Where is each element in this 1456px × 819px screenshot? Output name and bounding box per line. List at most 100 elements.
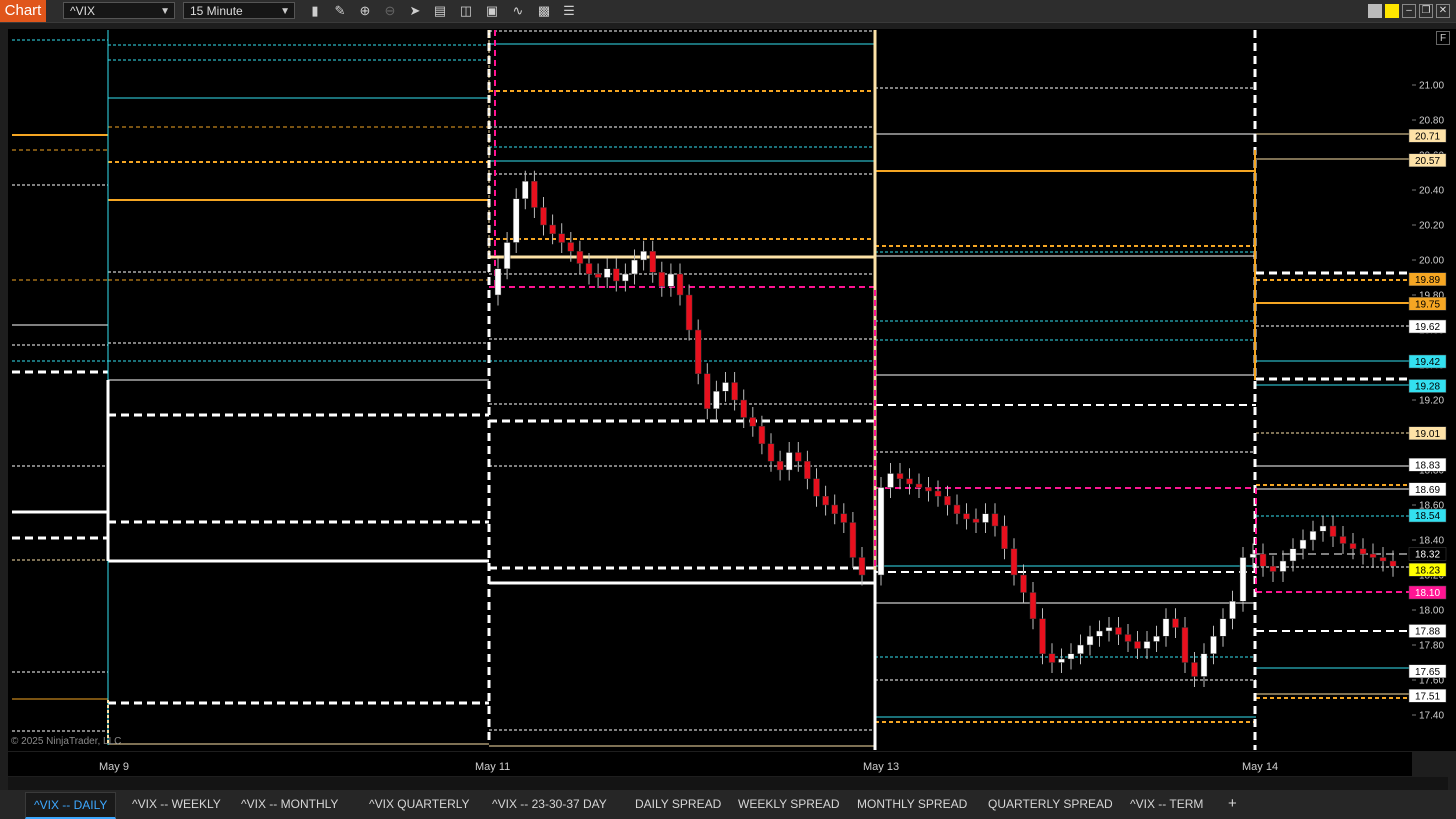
up-candle — [1077, 644, 1084, 654]
down-candle — [1191, 662, 1198, 677]
time-axis — [8, 752, 1412, 776]
up-candle — [1309, 531, 1317, 541]
up-candle — [1279, 560, 1287, 572]
up-candle — [1105, 627, 1113, 632]
date-label: May 9 — [99, 761, 129, 773]
up-candle — [713, 391, 720, 409]
candlesticks — [494, 170, 1397, 687]
price-tick-label: 17.40 — [1419, 711, 1444, 722]
horizontal-scrollbar[interactable] — [8, 777, 1448, 790]
price-tick-label: 17.80 — [1419, 641, 1444, 652]
down-candle — [1048, 653, 1056, 663]
up-candle — [1153, 636, 1160, 642]
down-candle — [749, 417, 757, 427]
down-candle — [685, 294, 693, 331]
tab-vix-daily[interactable]: ^VIX -- DAILY — [25, 792, 117, 819]
down-candle — [1389, 560, 1397, 567]
down-candle — [858, 557, 866, 576]
down-candle — [1259, 553, 1267, 567]
down-candle — [676, 273, 684, 296]
date-label: May 11 — [475, 761, 511, 773]
up-candle — [1086, 636, 1094, 646]
price-marker-label: 18.69 — [1415, 485, 1440, 496]
down-candle — [840, 513, 848, 523]
up-candle — [640, 251, 647, 261]
price-marker-label: 17.65 — [1415, 667, 1440, 678]
up-candle — [1096, 630, 1103, 637]
down-candle — [1001, 525, 1008, 549]
down-candle — [795, 452, 802, 462]
up-candle — [622, 273, 629, 282]
up-candle — [887, 473, 894, 488]
down-candle — [906, 478, 913, 485]
up-candle — [1143, 641, 1151, 649]
down-candle — [804, 461, 811, 479]
up-candle — [785, 452, 793, 471]
down-candle — [972, 518, 980, 523]
down-candle — [831, 504, 838, 514]
tab-vix-monthly[interactable]: ^VIX -- MONTHLY — [233, 792, 346, 816]
price-marker-label: 20.71 — [1415, 131, 1440, 142]
down-candle — [767, 443, 775, 462]
up-candle — [1319, 525, 1327, 532]
down-candle — [758, 426, 766, 444]
tab-weekly-spread[interactable]: WEEKLY SPREAD — [730, 792, 848, 816]
down-candle — [1339, 536, 1347, 544]
price-marker-label: 17.51 — [1415, 691, 1440, 702]
up-candle — [1058, 658, 1065, 663]
chart-canvas: 21.0020.8020.6020.4020.2020.0019.8019.60… — [12, 30, 1447, 750]
down-candle — [1134, 641, 1141, 649]
down-candle — [731, 382, 738, 401]
down-candle — [1039, 618, 1046, 654]
down-candle — [594, 273, 602, 278]
up-candle — [503, 242, 511, 269]
tab-vix-23-30-37-day[interactable]: ^VIX -- 23-30-37 DAY — [484, 792, 615, 816]
tab-vix-quarterly[interactable]: ^VIX QUARTERLY — [361, 792, 478, 816]
up-candle — [1229, 601, 1236, 619]
tab-monthly-spread[interactable]: MONTHLY SPREAD — [849, 792, 975, 816]
down-candle — [1115, 627, 1122, 635]
tab-bar: ^VIX -- DAILY ^VIX -- WEEKLY ^VIX -- MON… — [0, 790, 1456, 819]
down-candle — [694, 329, 702, 374]
down-candle — [944, 496, 951, 506]
down-candle — [953, 504, 961, 514]
price-marker-label: 20.57 — [1415, 156, 1440, 167]
down-candle — [1020, 574, 1027, 593]
down-candle — [1029, 592, 1037, 619]
up-candle — [1299, 539, 1307, 549]
tab-quarterly-spread[interactable]: QUARTERLY SPREAD — [980, 792, 1121, 816]
down-candle — [558, 233, 565, 243]
down-candle — [1379, 557, 1387, 562]
down-candle — [613, 268, 620, 282]
price-marker-label: 19.28 — [1415, 382, 1440, 393]
down-candle — [704, 373, 711, 409]
down-candle — [549, 224, 556, 234]
up-candle — [1200, 653, 1208, 677]
down-candle — [1329, 525, 1337, 537]
down-candle — [925, 487, 932, 492]
up-candle — [722, 382, 729, 392]
down-candle — [822, 496, 829, 506]
price-axis-labels: 21.0020.8020.6020.4020.2020.0019.8019.60… — [1408, 81, 1447, 722]
down-candle — [896, 473, 904, 479]
price-marker-label: 18.83 — [1415, 460, 1440, 471]
up-candle — [522, 181, 529, 199]
down-candle — [649, 251, 656, 273]
down-candle — [813, 478, 820, 497]
tab-vix-weekly[interactable]: ^VIX -- WEEKLY — [124, 792, 229, 816]
up-candle — [1067, 653, 1075, 660]
down-candle — [658, 272, 666, 287]
down-candle — [531, 181, 538, 208]
down-candle — [915, 483, 923, 488]
price-marker-label: 19.62 — [1415, 322, 1440, 333]
level-lines — [12, 30, 1410, 747]
price-marker-label: 18.10 — [1415, 588, 1440, 599]
add-tab-button[interactable]: + — [1220, 792, 1245, 816]
price-tick-label: 20.80 — [1419, 116, 1444, 127]
price-tick-label: 19.20 — [1419, 396, 1444, 407]
tab-vix-term[interactable]: ^VIX -- TERM — [1122, 792, 1211, 816]
price-tick-label: 21.00 — [1419, 81, 1444, 92]
down-candle — [1172, 618, 1179, 628]
down-candle — [1359, 548, 1367, 555]
tab-daily-spread[interactable]: DAILY SPREAD — [627, 792, 729, 816]
